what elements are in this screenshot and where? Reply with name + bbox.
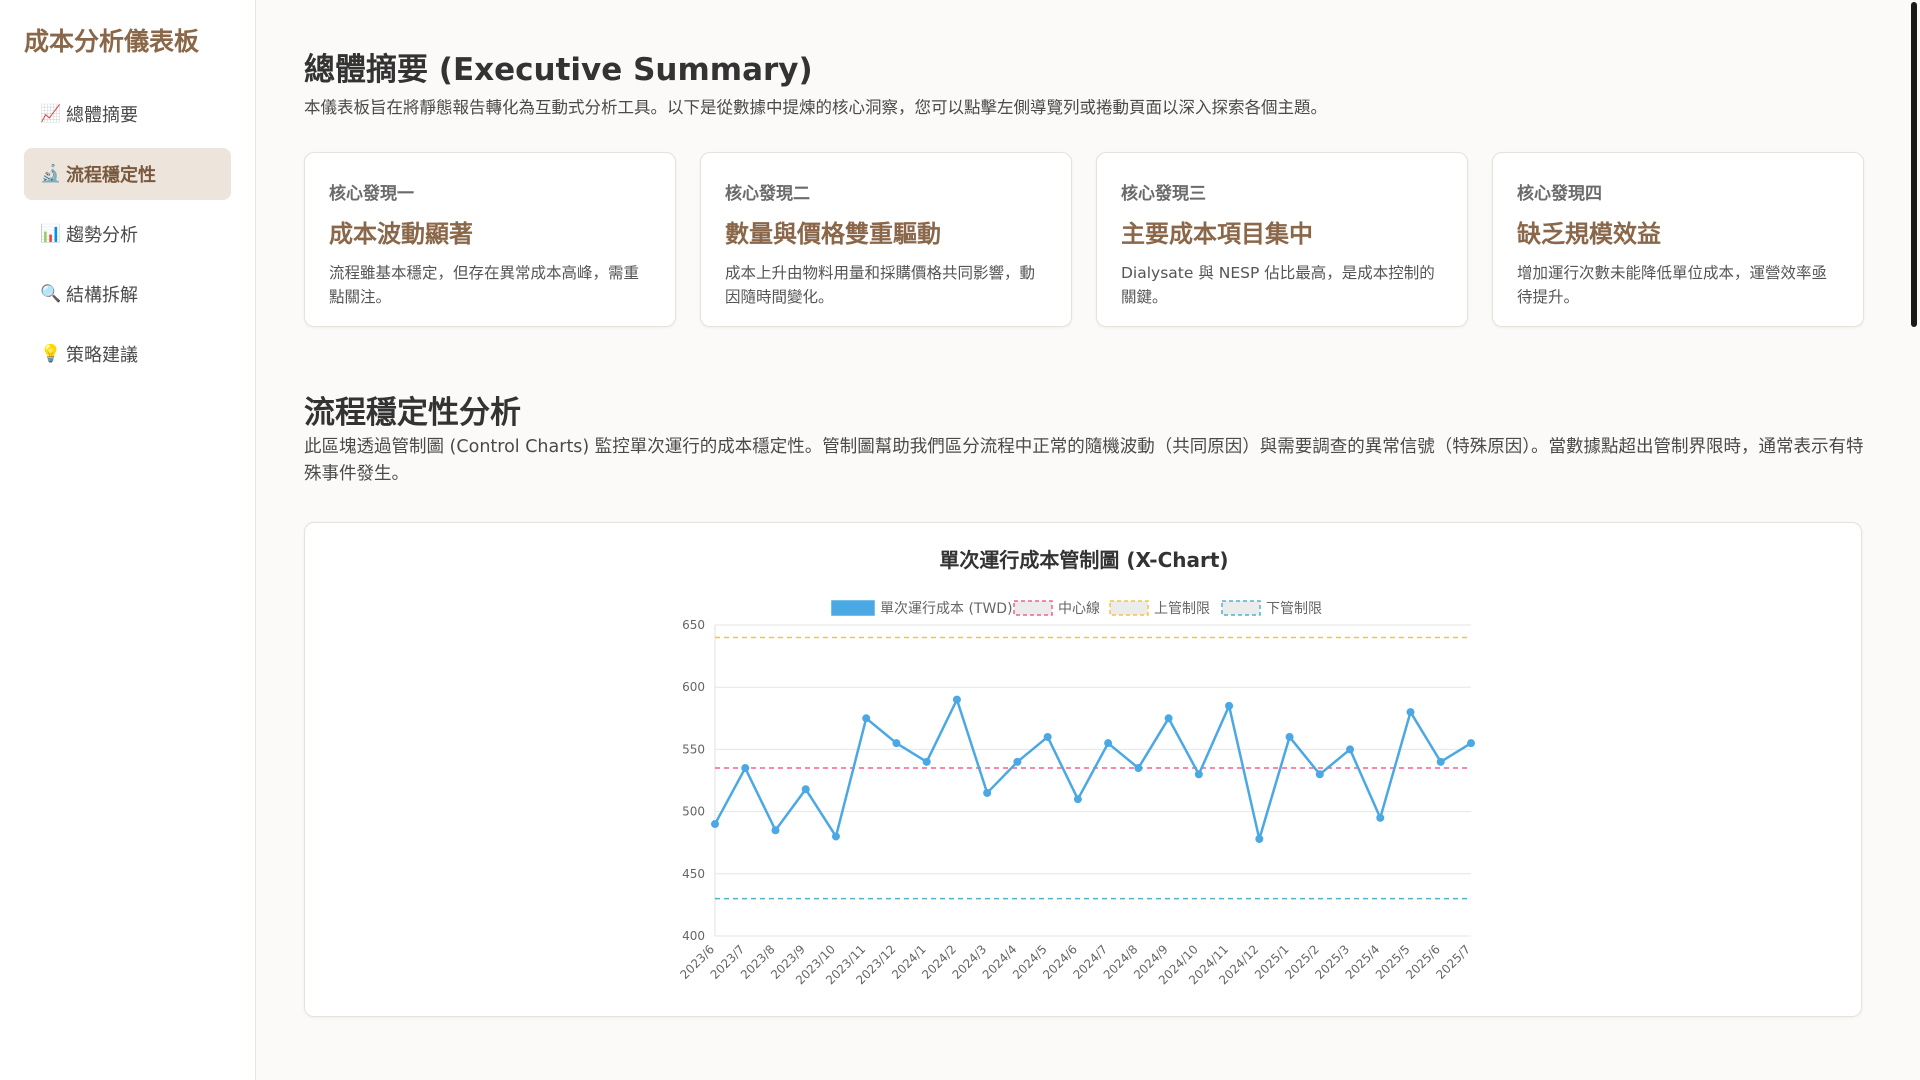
sidebar-item-label: 流程穩定性: [66, 165, 156, 186]
microscope-icon: 🔬: [40, 164, 62, 184]
sidebar-item-stability[interactable]: 🔬 流程穩定性: [24, 148, 231, 200]
card-description: 流程雖基本穩定，但存在異常成本高峰，需重點關注。: [329, 264, 640, 307]
legend-swatch: [1221, 600, 1261, 616]
card-description: 成本上升由物料用量和採購價格共同影響，動因隨時間變化。: [725, 264, 1036, 307]
bar-chart-icon: 📊: [40, 224, 62, 244]
cost-data-point: [711, 820, 719, 829]
legend-label: 單次運行成本 (TWD): [880, 601, 1013, 617]
cost-data-point: [1346, 745, 1355, 754]
cost-data-point: [1073, 795, 1082, 804]
card-description: Dialysate 與 NESP 佔比最高，是成本控制的關鍵。: [1121, 264, 1435, 307]
sidebar-item-label: 策略建議: [66, 345, 138, 366]
y-tick-label: 400: [682, 929, 705, 943]
cost-data-point: [1285, 732, 1294, 741]
finding-card: 核心發現四 缺乏規模效益 增加運行次數未能降低單位成本，運營效率亟待提升。: [1492, 152, 1864, 327]
cost-data-point: [1194, 770, 1203, 779]
cost-data-point: [862, 714, 871, 723]
cost-data-point: [1225, 701, 1234, 710]
y-tick-label: 450: [682, 867, 705, 881]
cost-data-point: [1104, 739, 1113, 748]
cost-data-point: [831, 832, 840, 841]
legend-label: 下管制限: [1266, 601, 1322, 617]
sidebar-item-label: 趨勢分析: [66, 225, 138, 246]
cost-data-point: [892, 739, 901, 748]
card-kicker: 核心發現二: [725, 184, 810, 204]
legend-label: 中心線: [1058, 601, 1100, 617]
cost-data-point: [801, 785, 810, 794]
cost-series-line: [713, 698, 1472, 841]
magnifier-icon: 🔍: [40, 284, 62, 304]
sidebar-item-breakdown[interactable]: 🔍 結構拆解: [24, 268, 231, 320]
card-title: 成本波動顯著: [329, 220, 473, 248]
app-title: 成本分析儀表板: [24, 27, 200, 56]
y-tick-label: 550: [682, 742, 705, 756]
chart-legend: 單次運行成本 (TWD) 中心線 上管制限 下管制限: [831, 600, 1322, 617]
chart-increasing-icon: 📈: [40, 104, 62, 124]
y-axis: 400 450 500 550 600 650: [682, 618, 705, 943]
sidebar-item-summary[interactable]: 📈 總體摘要: [24, 88, 231, 140]
cost-data-point: [983, 788, 992, 797]
cost-series: [711, 695, 1475, 843]
card-title: 缺乏規模效益: [1517, 220, 1661, 248]
card-title: 主要成本項目集中: [1121, 220, 1313, 248]
sidebar-item-label: 總體摘要: [66, 105, 138, 126]
card-kicker: 核心發現三: [1121, 184, 1206, 204]
cost-data-point: [952, 695, 961, 704]
sidebar: 成本分析儀表板 📈 總體摘要 🔬 流程穩定性 📊 趨勢分析 🔍 結構拆解 💡 策…: [0, 0, 256, 1080]
stability-title: 流程穩定性分析: [304, 395, 521, 431]
cost-data-point: [922, 757, 931, 766]
summary-title: 總體摘要 (Executive Summary): [304, 52, 813, 88]
sidebar-item-strategy[interactable]: 💡 策略建議: [24, 328, 231, 380]
cost-data-point: [1406, 708, 1415, 717]
y-tick-label: 500: [682, 805, 705, 819]
legend-swatch: [1109, 600, 1149, 616]
cost-data-point: [1164, 714, 1173, 723]
card-description: 增加運行次數未能降低單位成本，運營效率亟待提升。: [1517, 264, 1828, 307]
y-tick-label: 600: [682, 680, 705, 694]
legend-label: 上管制限: [1154, 601, 1210, 617]
card-title: 數量與價格雙重驅動: [725, 220, 941, 248]
lightbulb-icon: 💡: [40, 344, 62, 364]
y-tick-label: 650: [682, 618, 705, 632]
cost-data-point: [1436, 757, 1445, 766]
finding-card: 核心發現三 主要成本項目集中 Dialysate 與 NESP 佔比最高，是成本…: [1096, 152, 1468, 327]
cost-data-point: [1376, 813, 1385, 822]
chart-title: 單次運行成本管制圖 (X-Chart): [939, 548, 1228, 572]
finding-cards: 核心發現一 成本波動顯著 流程雖基本穩定，但存在異常成本高峰，需重點關注。 核心…: [304, 152, 1864, 327]
sidebar-item-trends[interactable]: 📊 趨勢分析: [24, 208, 231, 260]
chart-grid: [714, 624, 1471, 937]
card-kicker: 核心發現四: [1517, 184, 1602, 204]
sidebar-item-label: 結構拆解: [66, 285, 138, 306]
cost-data-point: [1255, 834, 1264, 843]
summary-lead: 本儀表板旨在將靜態報告轉化為互動式分析工具。以下是從數據中提煉的核心洞察，您可以…: [304, 98, 1327, 117]
legend-swatch: [831, 600, 875, 616]
page-scrollbar[interactable]: [1908, 0, 1920, 1080]
x-tick-label: 2025/7: [1433, 942, 1473, 982]
stability-description: 此區塊透過管制圖 (Control Charts) 監控單次運行的成本穩定性。管…: [304, 437, 1864, 485]
cost-data-point: [1013, 757, 1022, 766]
finding-card: 核心發現二 數量與價格雙重驅動 成本上升由物料用量和採購價格共同影響，動因隨時間…: [700, 152, 1072, 327]
x-axis: 2023/62023/72023/82023/92023/102023/1120…: [677, 942, 1473, 987]
main-content: 總體摘要 (Executive Summary) 本儀表板旨在將靜態報告轉化為互…: [304, 0, 1864, 1080]
cost-data-point: [771, 826, 780, 835]
sidebar-nav: 📈 總體摘要 🔬 流程穩定性 📊 趨勢分析 🔍 結構拆解 💡 策略建議: [24, 88, 231, 388]
legend-swatch: [1013, 600, 1053, 616]
cost-data-point: [1467, 739, 1475, 748]
card-kicker: 核心發現一: [329, 184, 414, 204]
cost-data-point: [1043, 732, 1052, 741]
cost-data-point: [1315, 770, 1324, 779]
cost-data-point: [1134, 764, 1143, 773]
scrollbar-thumb[interactable]: [1911, 2, 1917, 327]
control-chart-panel: 單次運行成本管制圖 (X-Chart) 單次運行成本 (TWD) 中心線 上管制限 下…: [304, 522, 1862, 1017]
control-chart: 單次運行成本管制圖 (X-Chart) 單次運行成本 (TWD) 中心線 上管制限 下…: [677, 548, 1475, 987]
cost-data-point: [741, 764, 750, 773]
finding-card: 核心發現一 成本波動顯著 流程雖基本穩定，但存在異常成本高峰，需重點關注。: [304, 152, 676, 327]
